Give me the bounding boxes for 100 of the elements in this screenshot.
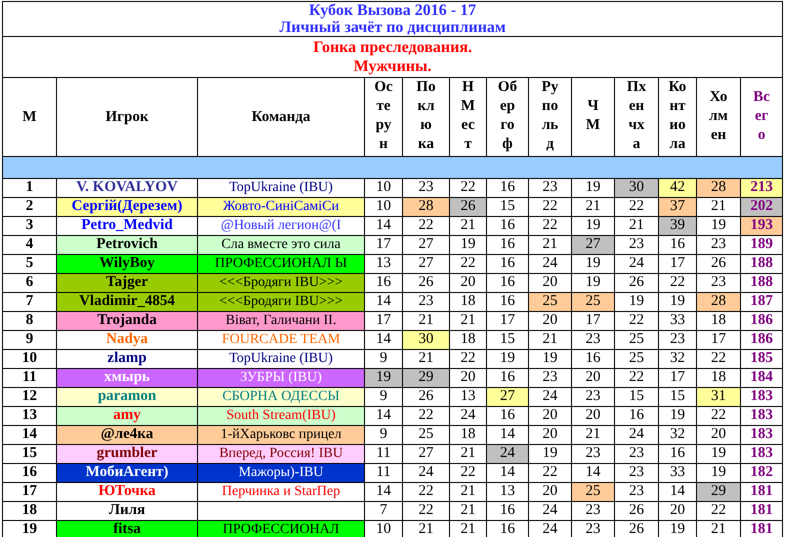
place-cell: 18 [2, 501, 56, 520]
score-cell: 23 [572, 501, 614, 520]
score-cell: 10 [364, 197, 402, 216]
score-cell: 16 [614, 406, 658, 425]
total-cell: 183 [740, 444, 783, 463]
player-name: МобиАгент) [86, 464, 168, 480]
score-cell: 21 [696, 197, 740, 216]
score-cell: 19 [528, 349, 572, 368]
score-cell: 18 [696, 368, 740, 387]
score-cell: 23 [614, 482, 658, 501]
category-title: Мужчины. [352, 57, 432, 76]
score-cell: 29 [696, 482, 740, 501]
score-cell: 9 [364, 425, 402, 444]
score-cell: 19 [658, 292, 696, 311]
score-cell: 16 [486, 292, 528, 311]
total-cell: 183 [740, 387, 783, 406]
score-cell: 21 [402, 349, 450, 368]
player-name: WilyBoy [99, 255, 155, 271]
team-name: <<<Бродяги IBU>>> [219, 294, 343, 309]
score-cell: 17 [658, 368, 696, 387]
score-cell: 20 [528, 482, 572, 501]
score-cell: 9 [364, 349, 402, 368]
team-name: TopUkraine (IBU) [229, 351, 333, 366]
column-header: Игрок [106, 108, 148, 126]
team-name: Вперед, Россия! IBU [219, 446, 343, 461]
column-header: Остерун [374, 78, 394, 154]
place-cell: 8 [2, 311, 56, 330]
score-cell: 13 [364, 254, 402, 273]
team-name: СБОРНА ОДЕССЫ [222, 389, 340, 404]
score-cell: 26 [614, 501, 658, 520]
place-cell: 13 [2, 406, 56, 425]
total-cell: 188 [740, 273, 783, 292]
score-cell: 26 [614, 273, 658, 292]
score-cell: 24 [528, 501, 572, 520]
team-name: ПРОФЕССИОНАЛ Ы [214, 256, 348, 271]
place-cell: 7 [2, 292, 56, 311]
table-subtitle: Личный зачёт по дисциплинам [278, 19, 507, 36]
score-cell: 22 [696, 501, 740, 520]
score-cell: 33 [658, 463, 696, 482]
player-name: Trojanda [97, 312, 157, 328]
score-cell: 17 [658, 254, 696, 273]
score-cell: 19 [528, 444, 572, 463]
score-cell: 22 [450, 178, 486, 197]
score-cell: 21 [402, 311, 450, 330]
score-cell: 21 [572, 425, 614, 444]
score-cell: 20 [572, 368, 614, 387]
score-cell: 20 [572, 406, 614, 425]
player-name: @ле4ка [100, 426, 154, 442]
score-cell: 23 [614, 463, 658, 482]
score-cell: 26 [614, 520, 658, 537]
total-cell: 181 [740, 501, 783, 520]
total-cell: 187 [740, 292, 783, 311]
score-cell: 16 [486, 520, 528, 537]
score-cell: 20 [450, 368, 486, 387]
score-cell: 16 [486, 254, 528, 273]
score-cell: 21 [402, 520, 450, 537]
score-cell: 39 [658, 216, 696, 235]
score-cell: 22 [402, 501, 450, 520]
total-cell: 181 [740, 482, 783, 501]
column-header: Обергоф [498, 78, 518, 154]
score-cell: 11 [364, 444, 402, 463]
team-name: <<<Бродяги IBU>>> [219, 275, 343, 290]
player-name: Nadya [106, 331, 148, 347]
player-name: Petro_Medvid [81, 217, 173, 233]
total-cell: 188 [740, 254, 783, 273]
score-cell: 16 [486, 406, 528, 425]
column-header: Контиола [668, 78, 688, 154]
score-cell: 22 [402, 406, 450, 425]
score-cell: 19 [572, 178, 614, 197]
score-cell: 27 [402, 444, 450, 463]
score-cell: 27 [572, 235, 614, 254]
score-cell: 15 [486, 330, 528, 349]
score-cell: 22 [528, 463, 572, 482]
score-cell: 42 [658, 178, 696, 197]
player-name: хмырь [104, 369, 150, 385]
total-cell: 184 [740, 368, 783, 387]
score-cell: 23 [614, 444, 658, 463]
score-cell: 14 [364, 406, 402, 425]
score-cell: 19 [572, 216, 614, 235]
score-cell: 10 [364, 520, 402, 537]
score-cell: 17 [364, 311, 402, 330]
score-cell: 19 [658, 406, 696, 425]
score-cell: 25 [572, 482, 614, 501]
score-cell: 23 [572, 387, 614, 406]
score-cell: 18 [450, 292, 486, 311]
player-name: grumbler [96, 445, 158, 461]
score-cell: 19 [364, 368, 402, 387]
column-header: ЧМ [584, 97, 602, 135]
player-name: Сергій(Дерезем) [72, 198, 182, 214]
place-cell: 16 [2, 463, 56, 482]
score-cell: 21 [450, 482, 486, 501]
team-name: 1-йХарьковс прицел [220, 427, 342, 442]
score-cell: 23 [528, 178, 572, 197]
column-header: Команда [252, 108, 310, 126]
score-cell: 22 [658, 273, 696, 292]
score-cell: 11 [364, 463, 402, 482]
score-cell: 19 [658, 520, 696, 537]
column-header: М [22, 108, 37, 126]
score-cell: 10 [364, 178, 402, 197]
place-cell: 17 [2, 482, 56, 501]
